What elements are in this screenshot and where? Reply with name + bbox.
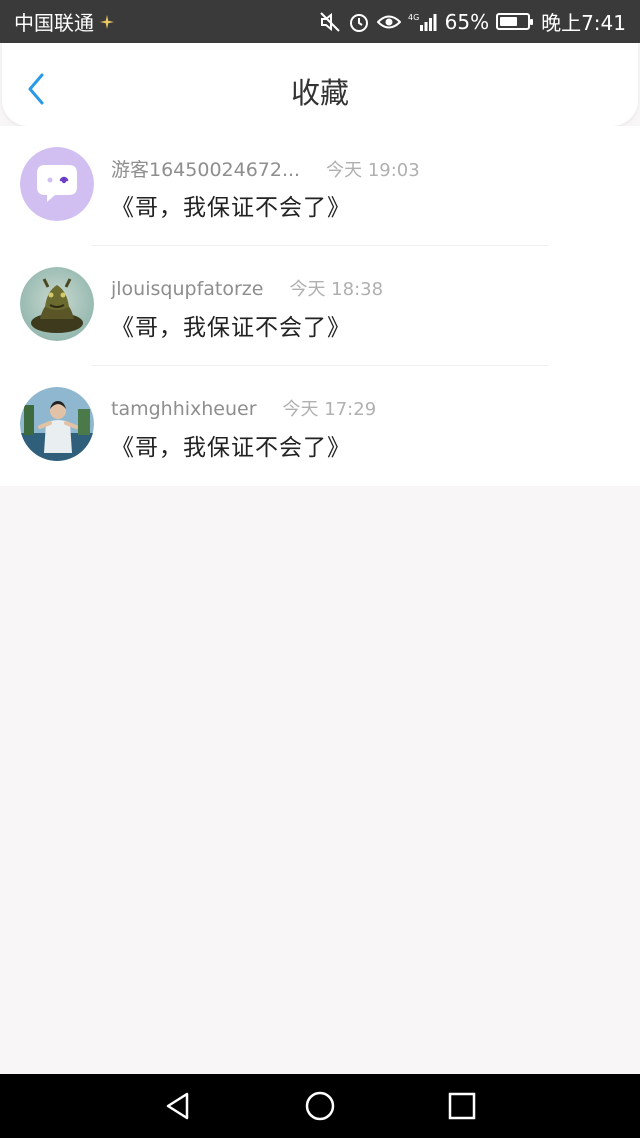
user-name: 游客16450024672... bbox=[111, 159, 301, 181]
avatar[interactable] bbox=[20, 387, 94, 461]
list-item[interactable]: 游客16450024672... 今天 19:03 《哥，我保证不会了》 bbox=[0, 126, 640, 246]
battery-percent: 65% bbox=[444, 9, 490, 34]
nav-home-button[interactable] bbox=[302, 1088, 338, 1124]
mute-icon bbox=[319, 11, 341, 33]
signal-icon: 4G bbox=[408, 12, 438, 32]
dragon-avatar-image bbox=[20, 267, 94, 341]
nav-back-button[interactable] bbox=[160, 1088, 196, 1124]
sparkle-icon bbox=[100, 14, 114, 29]
battery-icon bbox=[496, 13, 534, 30]
timestamp: 今天 17:29 bbox=[282, 399, 377, 420]
eye-comfort-icon bbox=[376, 13, 401, 31]
carrier-label: 中国联通 bbox=[14, 11, 94, 35]
triangle-back-icon bbox=[166, 1092, 189, 1120]
square-recents-icon bbox=[448, 1092, 476, 1120]
avatar[interactable] bbox=[20, 147, 94, 221]
status-bar: 中国联通 4G 65% 晚上7:41 bbox=[0, 0, 640, 43]
nav-recents-button[interactable] bbox=[444, 1088, 480, 1124]
list-item[interactable]: tamghhixheuer 今天 17:29 《哥，我保证不会了》 bbox=[0, 366, 640, 486]
timestamp: 今天 19:03 bbox=[326, 160, 420, 181]
page-title: 收藏 bbox=[290, 76, 349, 110]
favorite-title: 《哥，我保证不会了》 bbox=[111, 195, 351, 221]
list-item[interactable]: jlouisqupfatorze 今天 18:38 《哥，我保证不会了》 bbox=[0, 246, 640, 366]
timestamp: 今天 18:38 bbox=[289, 279, 384, 300]
chat-bubble-avatar-icon bbox=[20, 147, 94, 221]
user-name: jlouisqupfatorze bbox=[111, 278, 264, 300]
favorite-title: 《哥，我保证不会了》 bbox=[111, 315, 351, 341]
favorite-title: 《哥，我保证不会了》 bbox=[111, 435, 351, 461]
clock: 晚上7:41 bbox=[541, 11, 626, 35]
alarm-icon bbox=[348, 11, 370, 33]
avatar[interactable] bbox=[20, 267, 94, 341]
user-name: tamghhixheuer bbox=[111, 398, 257, 420]
favorites-list: 游客16450024672... 今天 19:03 《哥，我保证不会了》 jlo… bbox=[0, 126, 640, 486]
system-nav-bar bbox=[0, 1074, 640, 1138]
circle-home-icon bbox=[305, 1091, 335, 1121]
person-avatar-image bbox=[20, 387, 94, 461]
header-bar: 收藏 bbox=[2, 43, 638, 126]
svg-text:4G: 4G bbox=[408, 13, 419, 22]
